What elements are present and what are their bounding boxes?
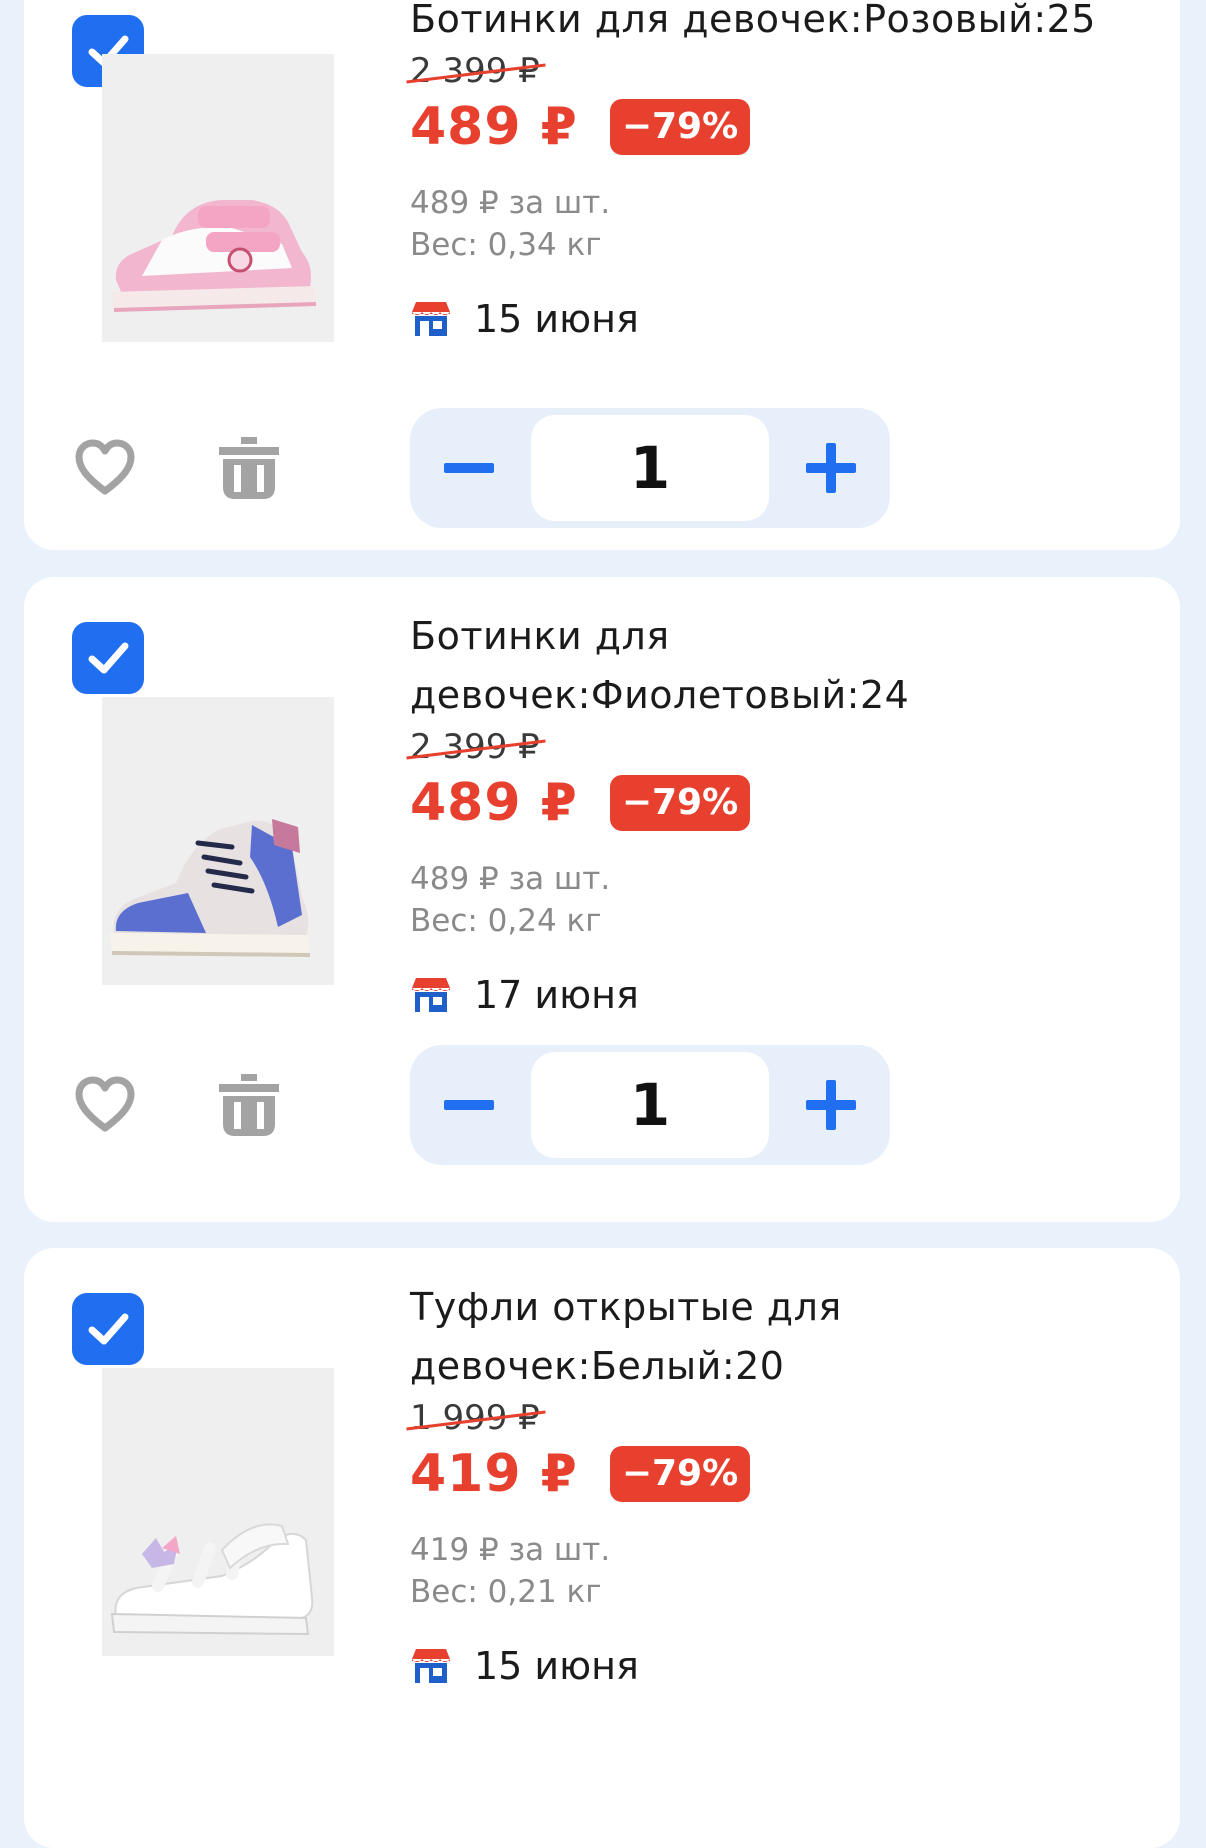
quantity-value[interactable]: 1 <box>531 415 769 521</box>
delivery-info: 15 июня <box>410 297 1130 341</box>
store-icon <box>412 1649 450 1683</box>
store-icon <box>412 978 450 1012</box>
weight: Вес: 0,24 кг <box>410 903 602 939</box>
item-actions <box>72 1072 282 1138</box>
checkbox-checked-icon[interactable] <box>72 622 144 694</box>
product-image[interactable] <box>102 54 334 342</box>
plus-icon[interactable] <box>772 1046 890 1164</box>
product-image[interactable] <box>102 1368 334 1656</box>
cart-item-card: Ботинки для девочек:Фиолетовый:24 2 399 … <box>24 577 1180 1222</box>
quantity-stepper: 1 <box>410 408 890 528</box>
heart-icon[interactable] <box>72 435 138 501</box>
product-info: Туфли открытые для девочек:Белый:20 1 99… <box>410 1278 1130 1688</box>
old-price: 1 999 ₽ <box>410 1398 540 1438</box>
purple-sneaker-image <box>102 697 334 985</box>
delivery-date: 15 июня <box>474 1644 639 1688</box>
product-title[interactable]: Ботинки для девочек:Фиолетовый:24 <box>410 607 930 725</box>
cart-item-card: Туфли открытые для девочек:Белый:20 1 99… <box>24 1248 1180 1848</box>
discount-badge: −79% <box>609 99 751 155</box>
white-sandal-image <box>102 1368 334 1656</box>
unit-price: 419 ₽ за шт. <box>410 1532 611 1568</box>
unit-price: 489 ₽ за шт. <box>410 185 611 221</box>
current-price: 489 ₽ <box>410 97 578 157</box>
store-icon <box>412 302 450 336</box>
old-price: 2 399 ₽ <box>410 727 540 767</box>
weight: Вес: 0,21 кг <box>410 1574 602 1610</box>
current-price: 419 ₽ <box>410 1444 578 1504</box>
checkbox-checked-icon[interactable] <box>72 1293 144 1365</box>
minus-icon[interactable] <box>410 409 528 527</box>
plus-icon[interactable] <box>772 409 890 527</box>
product-info: Ботинки для девочек:Фиолетовый:24 2 399 … <box>410 607 1130 1017</box>
cart-item-card: Ботинки для девочек:Розовый:25 2 399 ₽ 4… <box>24 0 1180 550</box>
discount-badge: −79% <box>609 1446 751 1502</box>
product-info: Ботинки для девочек:Розовый:25 2 399 ₽ 4… <box>410 0 1130 341</box>
current-price: 489 ₽ <box>410 773 578 833</box>
product-image[interactable] <box>102 697 334 985</box>
quantity-stepper: 1 <box>410 1045 890 1165</box>
product-title[interactable]: Ботинки для девочек:Розовый:25 <box>410 0 1130 49</box>
heart-icon[interactable] <box>72 1072 138 1138</box>
delivery-info: 15 июня <box>410 1644 1130 1688</box>
delivery-date: 17 июня <box>474 973 639 1017</box>
quantity-value[interactable]: 1 <box>531 1052 769 1158</box>
pink-sneaker-image <box>102 54 334 342</box>
unit-price: 489 ₽ за шт. <box>410 861 611 897</box>
trash-icon[interactable] <box>216 435 282 501</box>
delivery-info: 17 июня <box>410 973 1130 1017</box>
delivery-date: 15 июня <box>474 297 639 341</box>
trash-icon[interactable] <box>216 1072 282 1138</box>
weight: Вес: 0,34 кг <box>410 227 602 263</box>
discount-badge: −79% <box>609 775 751 831</box>
old-price: 2 399 ₽ <box>410 51 540 91</box>
item-actions <box>72 435 282 501</box>
minus-icon[interactable] <box>410 1046 528 1164</box>
product-title[interactable]: Туфли открытые для девочек:Белый:20 <box>410 1278 850 1396</box>
